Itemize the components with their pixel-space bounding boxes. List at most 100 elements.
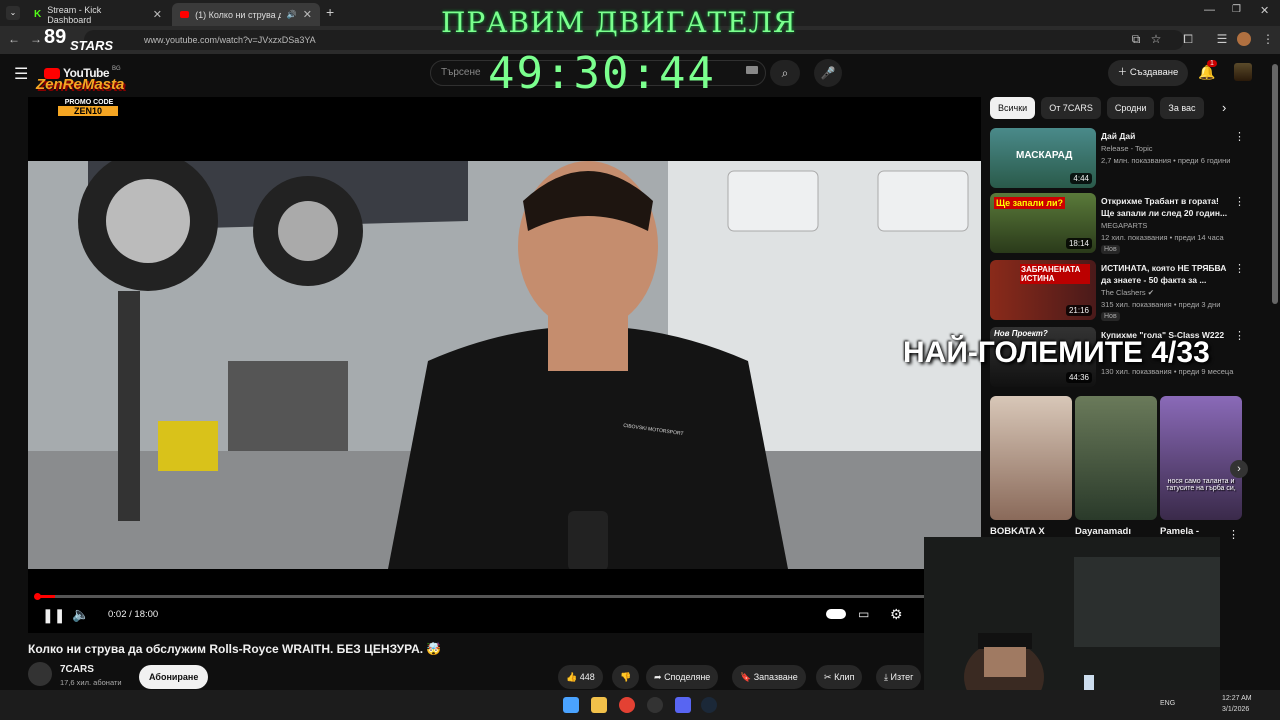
search-icon: ⌕	[781, 66, 789, 80]
video-scene	[28, 161, 981, 569]
create-button[interactable]: ＋ Създаване	[1108, 60, 1188, 86]
subscriber-count: 17,6 хил. абонати	[60, 678, 122, 687]
recommendation-item[interactable]: Ще запали ли? 18:14 Открихме Трабант в г…	[990, 193, 1250, 255]
shorts-next-arrow-icon[interactable]: ›	[1230, 460, 1248, 478]
chip-from-channel[interactable]: От 7CARS	[1041, 97, 1101, 119]
more-options-icon[interactable]: ⋮	[1234, 130, 1245, 143]
new-tab-button[interactable]: +	[326, 4, 334, 20]
forward-icon[interactable]: →	[28, 32, 44, 46]
chip-related[interactable]: Сродни	[1106, 97, 1155, 119]
recommendation-item[interactable]: ЗАБРАНЕНАТА ИСТИНА 21:16 ИСТИНАТА, която…	[990, 260, 1250, 322]
video-thumbnail[interactable]: Ще запали ли? 18:14	[990, 193, 1096, 253]
duration-badge: 44:36	[1065, 372, 1092, 383]
cast-icon[interactable]: ⧉	[1128, 32, 1144, 47]
subscribe-button[interactable]: Абониране	[139, 665, 209, 689]
profile-avatar[interactable]	[1237, 32, 1251, 46]
volume-icon[interactable]: 🔈	[72, 606, 89, 623]
minimize-icon[interactable]: —	[1204, 4, 1215, 16]
channel-name[interactable]: The Clashers ✔	[1101, 288, 1154, 297]
video-frame[interactable]	[28, 161, 981, 569]
keyboard-icon[interactable]	[746, 66, 758, 74]
search-button[interactable]: ⌕	[770, 60, 800, 86]
extensions-icon[interactable]: ⧠	[1180, 32, 1196, 47]
notification-count-badge: 1	[1207, 60, 1217, 67]
file-explorer-icon[interactable]	[591, 697, 607, 713]
voice-search-button[interactable]: 🎤	[814, 59, 842, 87]
save-button[interactable]: 🔖 Запазване	[732, 665, 806, 689]
video-meta: 315 хил. показвания • преди 3 дни	[1101, 300, 1221, 309]
short-title[interactable]: BOBKATA X	[990, 526, 1045, 537]
autoplay-toggle[interactable]	[826, 609, 846, 619]
clock-time[interactable]: 12:27 AM	[1222, 695, 1252, 702]
tab-label: Stream - Kick Dashboard	[47, 4, 102, 25]
tab-list-icon[interactable]: ⌄	[6, 6, 20, 20]
stream-overlay-side-text: НАЙ-ГОЛЕМИТЕ 4/33	[903, 336, 1210, 369]
video-title-main: Колко ни струва да обслужим Rolls-Royce …	[28, 642, 442, 656]
tab-kick-dashboard[interactable]: K Stream - Kick Dashboard ✕	[26, 3, 170, 26]
video-thumbnail[interactable]: МАСКАРАД 4:44	[990, 128, 1096, 188]
discord-icon[interactable]	[675, 697, 691, 713]
like-button[interactable]: 👍 448	[558, 665, 603, 689]
short-title[interactable]: Dayanamadı	[1075, 526, 1131, 537]
hamburger-menu-icon[interactable]: ☰	[14, 64, 28, 84]
download-button[interactable]: ⤓ Изтег	[876, 665, 922, 689]
clip-button[interactable]: ✂ Клип	[816, 665, 863, 689]
more-options-icon[interactable]: ⋮	[1234, 195, 1245, 208]
channel-name[interactable]: MEGAPARTS	[1101, 221, 1147, 230]
language-indicator[interactable]: ENG	[1160, 700, 1175, 707]
chrome-icon[interactable]	[619, 697, 635, 713]
tab-youtube[interactable]: (1) Колко ни струва да об... 🔊 ✕	[172, 3, 320, 26]
more-options-icon[interactable]: ⋮	[1234, 329, 1245, 342]
video-meta: 2,7 млн. показвания • преди 6 години	[1101, 156, 1231, 165]
obs-icon[interactable]	[647, 697, 663, 713]
player-controls: ❚❚ 🔈 0:02 / 18:00 ▭ ⚙	[28, 597, 981, 633]
duration-badge: 4:44	[1070, 173, 1092, 184]
new-badge: Нов	[1101, 312, 1120, 321]
channel-name[interactable]: Release - Topic	[1101, 144, 1153, 153]
short-more-options-icon[interactable]: ⋮	[1228, 528, 1239, 541]
close-tab-icon[interactable]: ✕	[153, 8, 162, 21]
video-title[interactable]: Дай Дай	[1101, 130, 1231, 142]
video-player[interactable]: CIBOVSKI MOTORSPORT ❚❚ 🔈 0:02 / 18:00 ▭ …	[28, 97, 981, 633]
scrollbar-thumb[interactable]	[1272, 64, 1278, 304]
kick-icon: K	[34, 9, 42, 20]
windows-start-icon[interactable]	[563, 697, 579, 713]
clock-date[interactable]: 3/1/2026	[1222, 706, 1249, 713]
video-title[interactable]: ИСТИНАТА, която НЕ ТРЯБВА да знаете - 50…	[1101, 262, 1231, 286]
chip-for-you[interactable]: За вас	[1160, 97, 1204, 119]
video-thumbnail[interactable]: ЗАБРАНЕНАТА ИСТИНА 21:16	[990, 260, 1096, 320]
short-thumbnail[interactable]	[990, 396, 1072, 520]
account-avatar[interactable]	[1234, 63, 1252, 81]
windows-taskbar: ENG 12:27 AM 3/1/2026	[0, 690, 1280, 720]
short-thumbnail[interactable]: нося само таланта и татусите на гърба си…	[1160, 396, 1242, 520]
settings-gear-icon[interactable]: ⚙	[890, 606, 903, 623]
page-scrollbar[interactable]	[1270, 54, 1280, 690]
back-icon[interactable]: ←	[6, 32, 22, 46]
dislike-button[interactable]: 👎	[612, 665, 640, 689]
share-button[interactable]: ➦ Споделяне	[646, 665, 719, 689]
short-title[interactable]: Pamela -	[1160, 526, 1199, 537]
channel-avatar[interactable]	[28, 662, 52, 686]
browser-menu-icon[interactable]: ⋮	[1260, 32, 1276, 46]
close-window-icon[interactable]: ✕	[1260, 4, 1269, 17]
chip-all[interactable]: Всички	[990, 97, 1036, 119]
verified-icon: ✔	[1147, 288, 1154, 297]
more-options-icon[interactable]: ⋮	[1234, 262, 1245, 275]
mic-icon: 🎤	[820, 66, 836, 80]
subtitles-icon[interactable]: ▭	[858, 607, 869, 621]
maximize-icon[interactable]: ❐	[1232, 4, 1241, 15]
plus-icon: ＋	[1117, 67, 1128, 78]
chips-next-arrow-icon[interactable]: ›	[1222, 100, 1226, 115]
tab-search-icon[interactable]: ☰	[1214, 32, 1230, 46]
speaker-icon[interactable]: 🔊	[287, 10, 297, 19]
pause-icon[interactable]: ❚❚	[42, 607, 65, 624]
scissors-icon: ✂	[824, 672, 832, 682]
video-title[interactable]: Открихме Трабант в гората! Ще запали ли …	[1101, 195, 1231, 219]
channel-name-main[interactable]: 7CARS	[60, 664, 94, 675]
bookmark-star-icon[interactable]: ☆	[1148, 32, 1164, 46]
short-thumbnail[interactable]	[1075, 396, 1157, 520]
close-tab-icon[interactable]: ✕	[303, 8, 312, 21]
duration-badge: 18:14	[1065, 238, 1092, 249]
recommendation-item[interactable]: МАСКАРАД 4:44 Дай Дай Release - Topic 2,…	[990, 128, 1250, 190]
steam-icon[interactable]	[701, 697, 717, 713]
